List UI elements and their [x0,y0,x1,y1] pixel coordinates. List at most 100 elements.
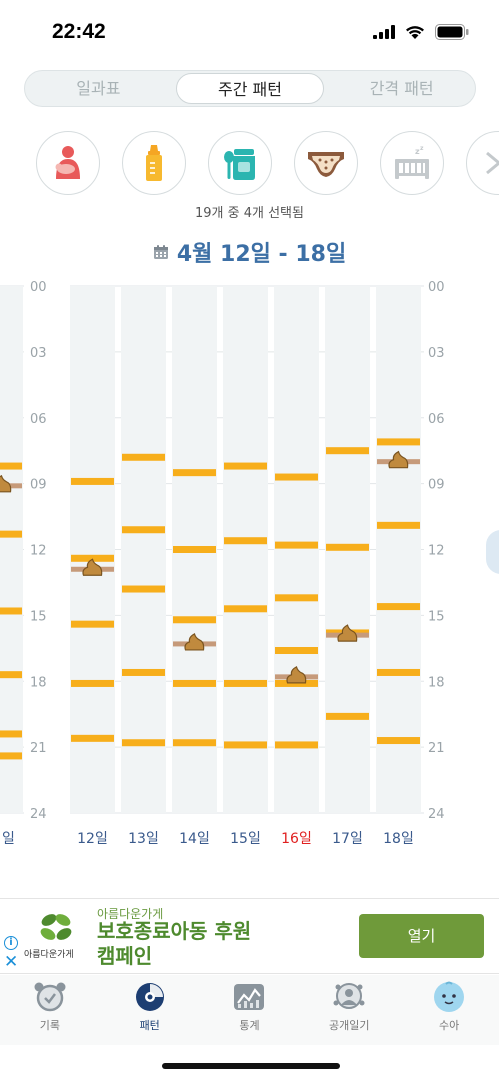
calendar-icon [153,245,168,259]
nav-public-diary-label: 공개일기 [329,1019,370,1032]
y-tick-label-right: 00 [428,280,445,295]
feeding-bar [173,616,216,624]
feeding-bar [71,679,114,687]
feeding-bar [71,620,114,628]
wifi-icon [406,25,424,39]
feeding-bar [122,526,165,534]
category-bottle[interactable] [122,131,186,195]
selected-count-text: 19개 중 4개 선택됨 [195,206,304,221]
status-icons [373,24,469,40]
sleep-crib-icon: z z [395,145,429,179]
feeding-bar [173,739,216,747]
y-tick-label-left: 03 [30,346,47,361]
ad-info-icon[interactable]: i [4,936,18,950]
status-bar: 22:42 [0,0,499,66]
nav-baby-profile[interactable]: 수아 [399,975,499,1045]
ad-close-icon[interactable]: ✕ [4,953,18,971]
svg-text:z: z [420,145,424,152]
y-tick-label-left: 24 [30,807,47,822]
feeding-bar [275,541,318,549]
y-tick-label-right: 12 [428,544,445,559]
feeding-bar [224,537,267,545]
ad-logo-label: 아름다운가게 [24,950,74,960]
y-tick-label-left: 21 [30,741,47,756]
y-tick-label-left: 18 [30,675,47,690]
feeding-bar [224,462,267,470]
feeding-bar [173,546,216,553]
category-sleep[interactable]: z z [380,131,444,195]
date-range-picker[interactable]: 4월 12일 - 18일 [0,236,499,268]
day-1-column [70,286,115,813]
feeding-bar [0,607,22,615]
feeding-bar [377,737,420,745]
feeding-bar [224,605,267,613]
x-tick-label: 18일 [383,831,414,847]
ad-logo-icon [40,914,72,940]
category-filter-row: z z [36,131,499,197]
ad-open-button[interactable]: 열기 [359,914,484,958]
nav-public-diary[interactable]: 공개일기 [299,975,399,1045]
day-4-column [223,286,268,813]
category-baby-food[interactable] [208,131,272,195]
y-tick-label-left: 09 [30,478,47,493]
baby-profile-icon [434,981,465,1012]
day-5-column [274,286,319,813]
y-tick-label-left: 15 [30,609,47,624]
y-tick-label-right: 15 [428,609,445,624]
x-tick-label: 12일 [77,831,108,847]
side-handle[interactable] [486,530,499,574]
pattern-icon [135,983,164,1011]
feeding-bar [377,603,420,611]
feeding-bar [122,668,165,676]
x-tick-label: 16일 [281,831,312,847]
y-tick-label-right: 09 [428,478,445,493]
ad-title: 보호종료아동 후원 캠페인 [97,919,251,969]
feeding-bar [71,734,114,742]
feeding-bar [71,477,114,485]
feeding-bar [0,730,22,738]
category-breastfeeding[interactable] [36,131,100,195]
x-tick-label: 17일 [332,831,363,847]
feeding-bar [0,671,22,679]
nav-stats[interactable]: 통계 [200,975,300,1045]
tab-weekly-pattern[interactable]: 주간 패턴 [175,73,325,104]
public-diary-icon [333,983,365,1009]
feeding-bar [224,741,267,749]
day-2-column [121,286,166,813]
y-tick-label-right: 06 [428,412,445,427]
y-tick-label-left: 06 [30,412,47,427]
nav-pattern-label: 패턴 [139,1019,160,1032]
feeding-bar [0,462,22,470]
nav-stats-label: 통계 [239,1019,260,1032]
weekly-pattern-chart: 00 00 03 03 06 06 09 09 12 12 15 15 18 18 21 21 24 24 12일 1… [0,280,445,847]
category-diaper[interactable] [294,131,358,195]
day-7-column [376,286,421,813]
cellular-signal-icon [373,25,395,39]
breastfeeding-icon [55,146,80,179]
x-tick-label: 15일 [230,831,261,847]
battery-icon [435,24,469,40]
feeding-bar [377,438,420,446]
category-next[interactable] [466,131,499,195]
ad-title-line2: 캠페인 [97,944,153,968]
feeding-bar [0,530,22,538]
tab-interval-pattern[interactable]: 간격 패턴 [328,73,475,104]
nav-pattern[interactable]: 패턴 [100,975,200,1045]
tab-daily-schedule[interactable]: 일과표 [25,73,172,104]
next-category-icon [486,151,499,175]
y-tick-label-right: 18 [428,675,445,690]
date-range-label: 4월 12일 - 18일 [176,242,347,267]
alarm-clock-icon [34,982,66,1012]
x-tick-label: 14일 [179,831,210,847]
feeding-bar [377,668,420,676]
diaper-icon [308,152,344,177]
feeding-bar [173,469,216,477]
y-tick-label-left: 00 [30,280,47,295]
feeding-bar [275,741,318,749]
feeding-bar [326,447,369,455]
y-tick-label-right: 03 [428,346,445,361]
nav-record[interactable]: 기록 [0,975,100,1045]
home-indicator [162,1063,340,1069]
y-tick-label-left: 12 [30,544,47,559]
feeding-bar [0,752,22,760]
